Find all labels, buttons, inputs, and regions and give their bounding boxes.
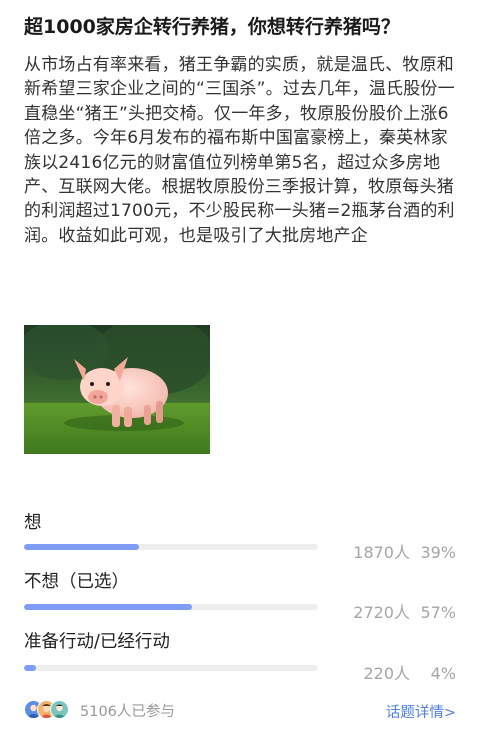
poll-option-2-percent: 57%: [420, 603, 456, 622]
poll-option-1-stats: 1870人 39%: [353, 539, 456, 563]
poll-option-3-stats: 220人 4%: [363, 660, 456, 684]
poll-option-1-count: 1870人: [353, 543, 410, 562]
poll-option-1-bar-fill: [24, 544, 139, 550]
topic-details-link[interactable]: 话题详情>: [386, 701, 456, 722]
poll-option-1-label[interactable]: 想: [24, 509, 42, 534]
poll-option-3-label[interactable]: 准备行动/已经行动: [24, 628, 170, 653]
poll-option-1-bar: [24, 544, 318, 550]
poll-option-3-bar: [24, 665, 318, 671]
avatar-teal-icon: [50, 700, 69, 719]
participant-avatars: [24, 700, 74, 720]
post-title: 超1000家房企转行养猪，你想转行养猪吗？: [24, 16, 400, 38]
poll-option-3-percent: 4%: [430, 664, 456, 683]
pig-photo[interactable]: [24, 325, 210, 454]
poll-option-2-label[interactable]: 不想（已选）: [24, 568, 129, 593]
poll-option-2-bar-fill: [24, 604, 192, 610]
poll-option-2-bar: [24, 604, 318, 610]
post-body-text: 从市场占有率来看，猪王争霸的实质，就是温氏、牧原和新希望三家企业之间的“三国杀”…: [24, 55, 455, 246]
poll-option-3-bar-fill: [24, 665, 36, 671]
poll-option-1-percent: 39%: [420, 543, 456, 562]
poll-option-2-count: 2720人: [353, 603, 410, 622]
poll-option-3-count: 220人: [363, 664, 410, 683]
poll-option-2-stats: 2720人 57%: [353, 599, 456, 623]
participants-count: 5106人已参与: [80, 704, 175, 720]
